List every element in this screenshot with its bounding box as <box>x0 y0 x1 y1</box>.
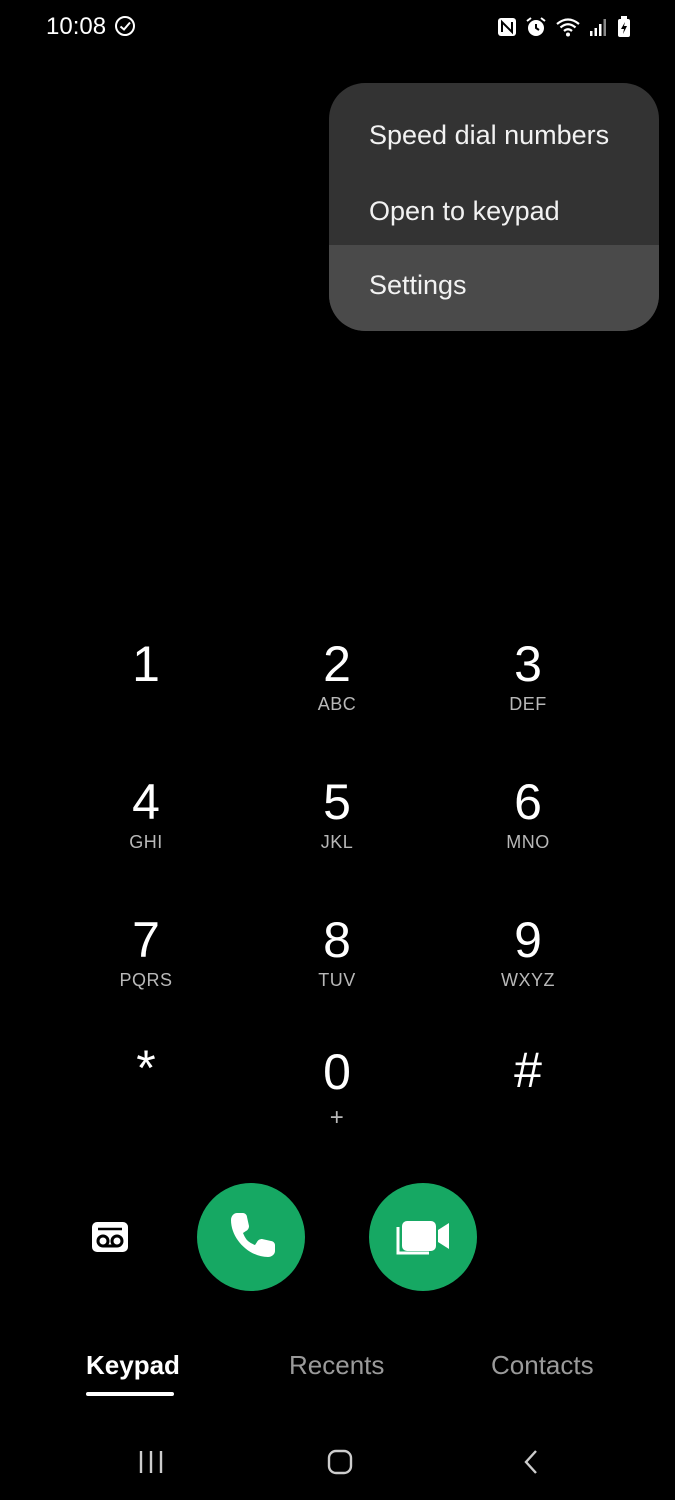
key-digit: 9 <box>514 912 542 968</box>
tab-keypad[interactable]: Keypad <box>86 1350 180 1381</box>
key-letters: GHI <box>129 832 163 852</box>
wifi-icon <box>555 17 581 42</box>
key-letters: JKL <box>320 832 354 852</box>
key-digit: 2 <box>323 636 351 692</box>
signal-icon <box>589 18 609 41</box>
nfc-icon <box>497 17 517 42</box>
home-icon[interactable] <box>326 1448 354 1481</box>
menu-item-open-to-keypad[interactable]: Open to keypad <box>329 173 659 249</box>
key-3[interactable]: 3 DEF <box>453 636 603 746</box>
video-call-button[interactable] <box>369 1183 477 1291</box>
key-0[interactable]: 0 + <box>262 1044 412 1154</box>
menu-item-speed-dial[interactable]: Speed dial numbers <box>329 97 659 173</box>
key-9[interactable]: 9 WXYZ <box>453 912 603 1022</box>
key-7[interactable]: 7 PQRS <box>71 912 221 1022</box>
key-digit: 8 <box>323 912 351 968</box>
key-digit: 5 <box>323 774 351 830</box>
key-digit: 4 <box>132 774 160 830</box>
call-button[interactable] <box>197 1183 305 1291</box>
status-icons <box>497 16 631 43</box>
status-time: 10:08 <box>46 13 107 40</box>
key-letters: ABC <box>317 694 357 714</box>
recent-apps-icon[interactable] <box>137 1448 165 1481</box>
key-letters: PQRS <box>119 970 173 990</box>
key-letters: TUV <box>318 970 356 990</box>
video-camera-icon <box>396 1221 449 1255</box>
status-bar: 10:08 <box>0 0 675 56</box>
key-digit: * <box>136 1040 156 1096</box>
key-digit: # <box>514 1042 542 1098</box>
key-letters: WXYZ <box>501 970 555 990</box>
key-6[interactable]: 6 MNO <box>453 774 603 884</box>
key-hash[interactable]: # <box>453 1042 603 1152</box>
key-letters: MNO <box>506 832 550 852</box>
key-digit: 3 <box>514 636 542 692</box>
key-star[interactable]: * <box>71 1040 221 1150</box>
key-digit: 1 <box>132 636 160 692</box>
key-digit: 7 <box>132 912 160 968</box>
key-letters: DEF <box>509 694 547 714</box>
key-digit: 0 <box>323 1044 351 1100</box>
voicemail-icon <box>92 1222 128 1252</box>
key-8[interactable]: 8 TUV <box>262 912 412 1022</box>
active-tab-indicator <box>86 1392 174 1396</box>
bottom-tabs: Keypad Recents Contacts <box>0 1350 675 1410</box>
menu-item-settings[interactable]: Settings <box>329 245 659 331</box>
overflow-menu: Speed dial numbers Open to keypad Settin… <box>329 83 659 331</box>
key-letters: + <box>329 1104 345 1131</box>
key-4[interactable]: 4 GHI <box>71 774 221 884</box>
phone-icon <box>231 1213 275 1257</box>
key-2[interactable]: 2 ABC <box>262 636 412 746</box>
tab-contacts[interactable]: Contacts <box>491 1350 594 1381</box>
check-circle-icon <box>114 15 136 42</box>
voicemail-button[interactable] <box>88 1218 132 1258</box>
system-navigation-bar <box>0 1430 675 1500</box>
back-icon[interactable] <box>518 1448 546 1481</box>
key-1[interactable]: 1 <box>71 636 221 746</box>
tab-recents[interactable]: Recents <box>289 1350 384 1381</box>
key-5[interactable]: 5 JKL <box>262 774 412 884</box>
alarm-icon <box>525 16 547 43</box>
key-digit: 6 <box>514 774 542 830</box>
battery-charging-icon <box>617 16 631 43</box>
